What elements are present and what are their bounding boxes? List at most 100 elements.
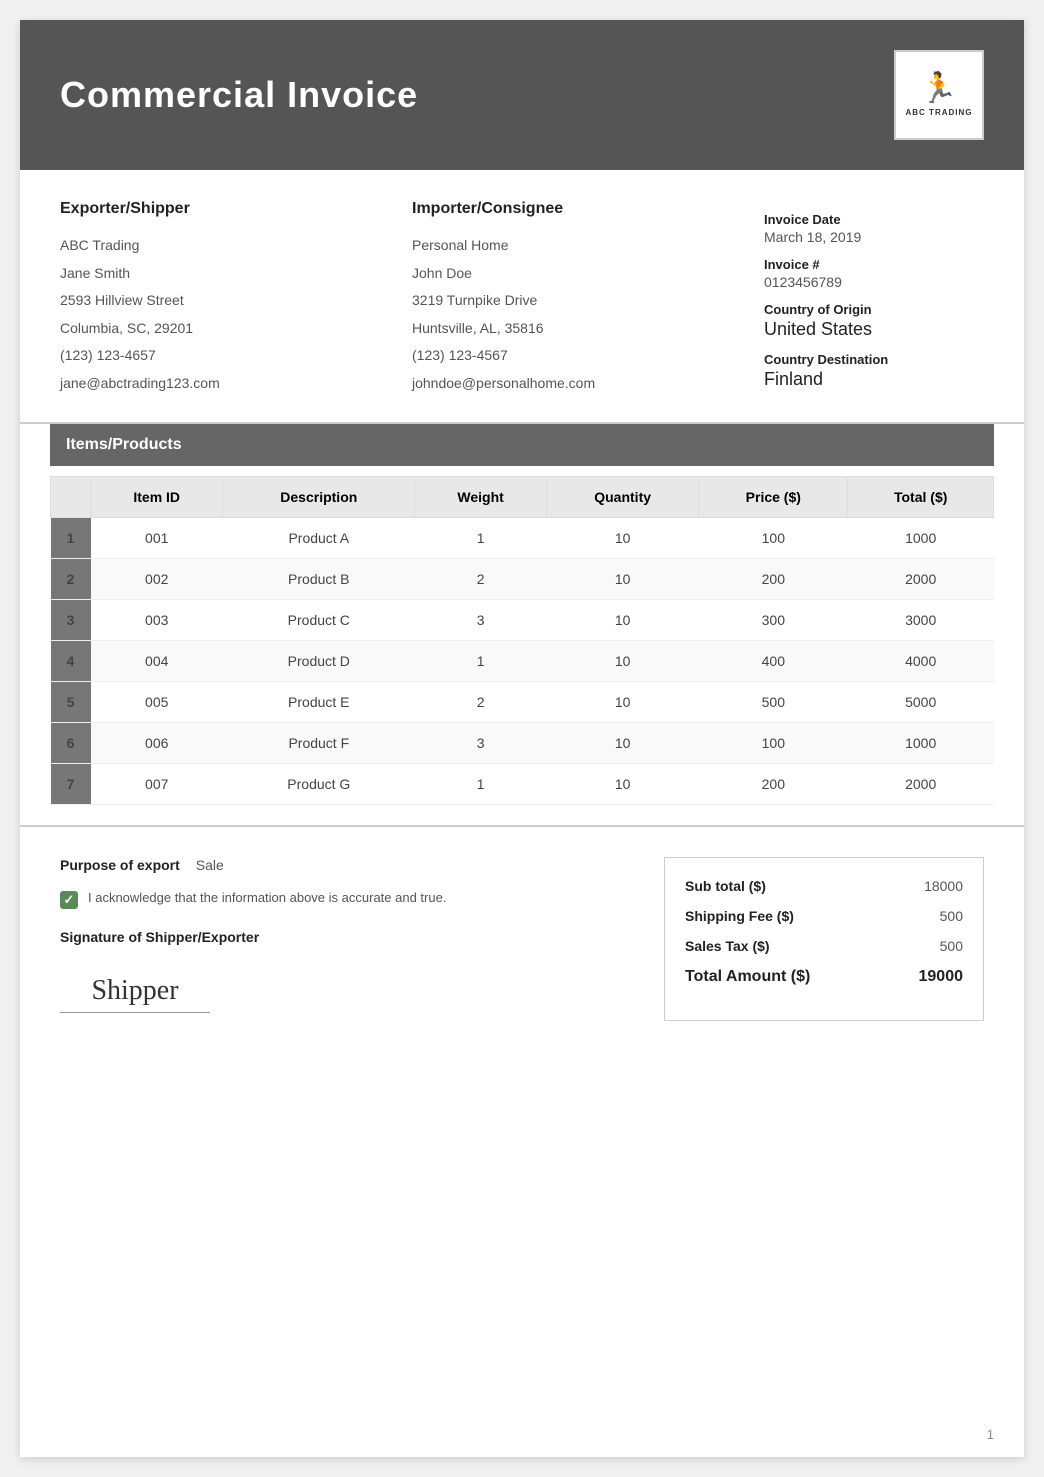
row-number: 1 [51,517,91,558]
row-quantity: 10 [547,517,699,558]
row-weight: 3 [415,599,547,640]
tax-row: Sales Tax ($) 500 [685,938,963,954]
logo-text: ABC TRADING [906,108,973,117]
row-item-id: 004 [91,640,223,681]
row-description: Product C [223,599,415,640]
row-total: 1000 [848,722,994,763]
row-quantity: 10 [547,722,699,763]
row-price: 200 [699,558,848,599]
tax-value: 500 [940,938,963,954]
row-description: Product G [223,763,415,804]
table-row: 3 003 Product C 3 10 300 3000 [51,599,994,640]
row-weight: 3 [415,722,547,763]
company-logo: 🏃 ABC TRADING [894,50,984,140]
col-header-num [51,476,91,517]
subtotal-label: Sub total ($) [685,878,766,894]
invoice-title: Commercial Invoice [60,74,418,116]
row-weight: 2 [415,558,547,599]
table-row: 5 005 Product E 2 10 500 5000 [51,681,994,722]
subtotal-value: 18000 [924,878,963,894]
purpose-value: Sale [196,857,224,873]
table-row: 2 002 Product B 2 10 200 2000 [51,558,994,599]
row-weight: 1 [415,517,547,558]
table-row: 4 004 Product D 1 10 400 4000 [51,640,994,681]
exporter-heading: Exporter/Shipper [60,200,392,218]
row-weight: 2 [415,681,547,722]
acknowledge-checkbox[interactable] [60,891,78,909]
logo-icon: 🏃 [920,74,957,104]
summary-box: Sub total ($) 18000 Shipping Fee ($) 500… [664,857,984,1021]
row-price: 300 [699,599,848,640]
table-row: 1 001 Product A 1 10 100 1000 [51,517,994,558]
importer-company: Personal Home [412,236,744,256]
invoice-meta: Invoice Date March 18, 2019 Invoice # 01… [764,200,984,402]
col-header-item-id: Item ID [91,476,223,517]
items-table: Item ID Description Weight Quantity Pric… [50,476,994,805]
row-total: 2000 [848,763,994,804]
invoice-date-label: Invoice Date [764,212,984,227]
table-row: 7 007 Product G 1 10 200 2000 [51,763,994,804]
importer-email: johndoe@personalhome.com [412,374,744,394]
exporter-column: Exporter/Shipper ABC Trading Jane Smith … [60,200,392,402]
purpose-row: Purpose of export Sale [60,857,624,873]
row-quantity: 10 [547,558,699,599]
row-price: 500 [699,681,848,722]
row-price: 200 [699,763,848,804]
row-quantity: 10 [547,681,699,722]
row-description: Product B [223,558,415,599]
signature-label: Signature of Shipper/Exporter [60,929,624,945]
row-item-id: 002 [91,558,223,599]
shipping-value: 500 [940,908,963,924]
row-total: 5000 [848,681,994,722]
col-header-description: Description [223,476,415,517]
row-total: 4000 [848,640,994,681]
acknowledge-text: I acknowledge that the information above… [88,889,446,907]
purpose-label: Purpose of export [60,857,180,873]
row-total: 3000 [848,599,994,640]
invoice-number-label: Invoice # [764,257,984,272]
footer-left: Purpose of export Sale I acknowledge tha… [60,857,624,1021]
table-row: 6 006 Product F 3 10 100 1000 [51,722,994,763]
country-origin-value: United States [764,319,984,340]
invoice-page: Commercial Invoice 🏃 ABC TRADING Exporte… [20,20,1024,1457]
country-origin-label: Country of Origin [764,302,984,317]
row-total: 2000 [848,558,994,599]
col-header-weight: Weight [415,476,547,517]
acknowledge-row: I acknowledge that the information above… [60,889,624,909]
row-number: 7 [51,763,91,804]
importer-heading: Importer/Consignee [412,200,744,218]
row-item-id: 006 [91,722,223,763]
signature-image: Shipper [60,975,210,1013]
row-description: Product F [223,722,415,763]
row-description: Product D [223,640,415,681]
row-quantity: 10 [547,599,699,640]
shipping-label: Shipping Fee ($) [685,908,794,924]
row-number: 3 [51,599,91,640]
invoice-number-value: 0123456789 [764,274,984,290]
row-number: 4 [51,640,91,681]
col-header-price: Price ($) [699,476,848,517]
row-quantity: 10 [547,640,699,681]
items-section: Items/Products Item ID Description Weigh… [20,424,1024,805]
invoice-header: Commercial Invoice 🏃 ABC TRADING [20,20,1024,170]
exporter-name: Jane Smith [60,264,392,284]
subtotal-row: Sub total ($) 18000 [685,878,963,894]
items-section-heading: Items/Products [50,424,994,466]
importer-address-line2: Huntsville, AL, 35816 [412,319,744,339]
row-price: 100 [699,722,848,763]
row-item-id: 005 [91,681,223,722]
row-item-id: 003 [91,599,223,640]
page-number: 1 [987,1427,994,1442]
row-number: 5 [51,681,91,722]
shipping-row: Shipping Fee ($) 500 [685,908,963,924]
row-quantity: 10 [547,763,699,804]
exporter-company: ABC Trading [60,236,392,256]
row-weight: 1 [415,640,547,681]
importer-phone: (123) 123-4567 [412,346,744,366]
country-destination-value: Finland [764,369,984,390]
importer-column: Importer/Consignee Personal Home John Do… [412,200,744,402]
row-item-id: 001 [91,517,223,558]
importer-address-line1: 3219 Turnpike Drive [412,291,744,311]
col-header-total: Total ($) [848,476,994,517]
tax-label: Sales Tax ($) [685,938,770,954]
